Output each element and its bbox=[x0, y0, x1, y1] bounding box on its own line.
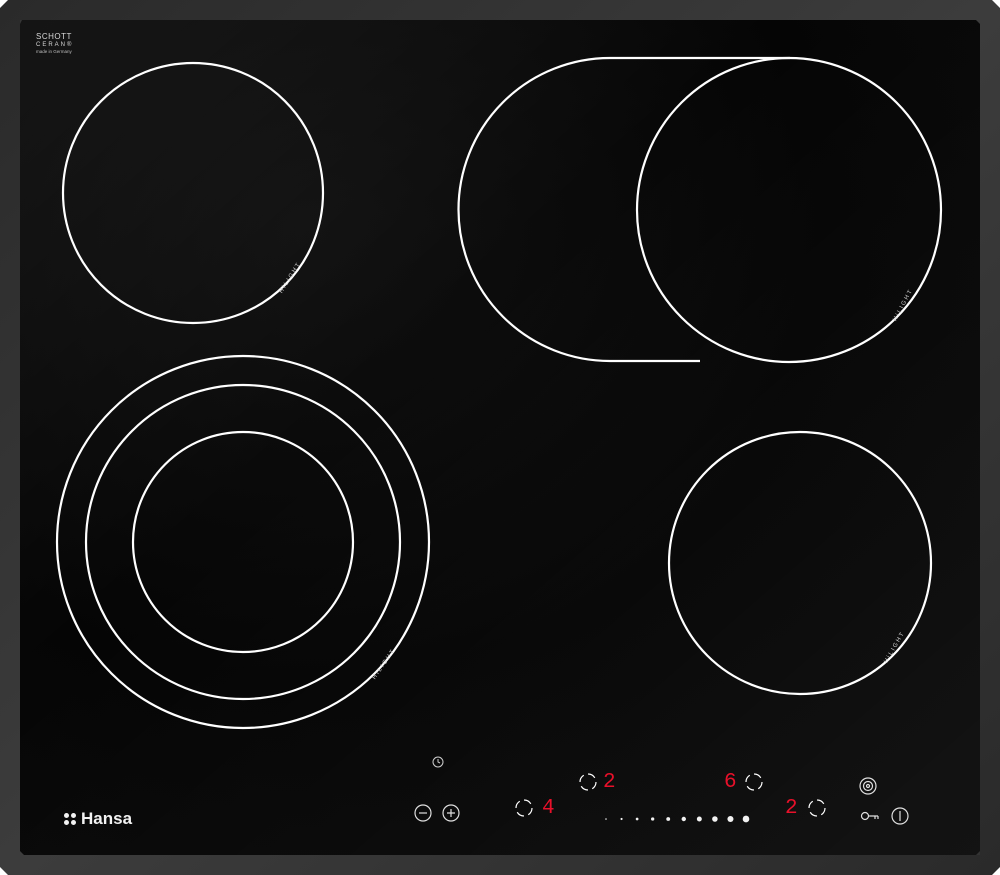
slider-step-dot[interactable] bbox=[605, 818, 607, 820]
slider-step-dot[interactable] bbox=[727, 815, 734, 823]
glass-maker-line1: SCHOTT bbox=[36, 32, 72, 41]
cooktop-glass-panel bbox=[0, 0, 1000, 875]
slider-step-dot[interactable] bbox=[696, 816, 702, 822]
slider-step-dot[interactable] bbox=[635, 817, 639, 821]
slider-step-dot[interactable] bbox=[666, 817, 671, 821]
slider-step-dot[interactable] bbox=[651, 817, 655, 821]
glass-maker-line3: made in Germany bbox=[36, 49, 72, 54]
back-left-level-display: 2 bbox=[603, 771, 616, 794]
hansa-logo: Hansa bbox=[64, 809, 132, 829]
back-right-level-display: 6 bbox=[724, 771, 737, 794]
front-left-level-display: 4 bbox=[542, 797, 555, 820]
glass-maker-line2: CERAN® bbox=[36, 42, 74, 48]
front-right-level-display: 2 bbox=[785, 797, 798, 820]
slider-step-dot[interactable] bbox=[620, 817, 623, 821]
glass-maker-mark: SCHOTT CERAN® made in Germany bbox=[36, 33, 73, 55]
slider-step-dot[interactable] bbox=[712, 816, 718, 822]
logo-text: Hansa bbox=[81, 809, 133, 828]
slider-step-dot[interactable] bbox=[742, 815, 750, 823]
slider-step-dot[interactable] bbox=[681, 816, 686, 822]
logo-dots-icon bbox=[64, 813, 76, 825]
